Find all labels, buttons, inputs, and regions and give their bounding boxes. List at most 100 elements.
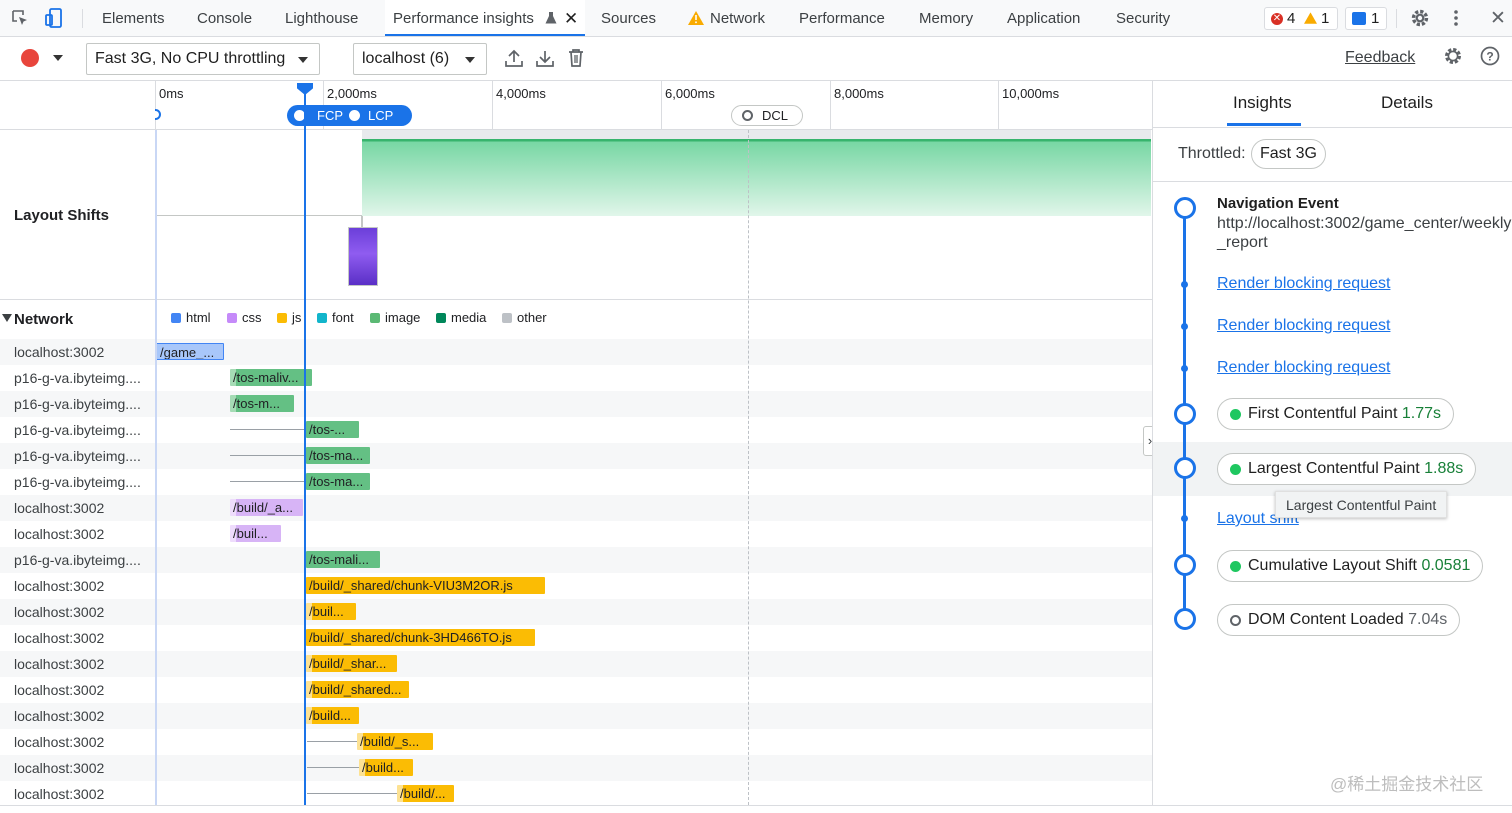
record-button[interactable] [21, 49, 39, 67]
tab-performance-insights[interactable]: Performance insights ✕ [385, 0, 585, 36]
dcl-marker-label: DCL [762, 108, 789, 123]
request-bar[interactable]: /build/_shared/chunk-3HD466TO.js [306, 629, 535, 646]
layout-shift-cluster[interactable] [362, 130, 1151, 216]
tick-label: 6,000ms [665, 86, 715, 101]
message-icon [1352, 12, 1366, 25]
good-status-dot [1230, 464, 1241, 475]
settings-gear-icon[interactable] [1410, 8, 1430, 28]
recording-select[interactable]: localhost (6) [353, 43, 487, 75]
time-cursor-line[interactable] [304, 91, 306, 805]
navigation-start-marker [154, 109, 161, 120]
request-bar[interactable]: /buil... [230, 525, 281, 542]
legend-html-swatch [171, 313, 181, 323]
messages-counter[interactable]: 1 [1345, 7, 1387, 30]
request-host: localhost:3002 [14, 708, 105, 724]
render-blocking-link[interactable]: Render blocking request [1217, 317, 1390, 335]
tab-lighthouse[interactable]: Lighthouse [285, 0, 358, 36]
legend-html-label: html [186, 310, 211, 325]
tab-memory[interactable]: Memory [919, 0, 973, 36]
request-bar[interactable]: /tos-mali... [306, 551, 380, 568]
fcp-label: First Contentful Paint [1248, 405, 1398, 422]
dcl-line [748, 130, 749, 805]
recording-select-value: localhost (6) [362, 50, 450, 67]
request-bar[interactable]: /tos-m... [230, 395, 294, 412]
render-blocking-link[interactable]: Render blocking request [1217, 275, 1390, 293]
download-icon[interactable] [535, 48, 555, 68]
request-bar[interactable]: /game_... [156, 343, 224, 360]
tab-application[interactable]: Application [1007, 0, 1080, 36]
request-bar[interactable]: /buil... [306, 603, 356, 620]
render-blocking-link[interactable]: Render blocking request [1217, 359, 1390, 377]
request-bar[interactable]: /build/_shared... [306, 681, 409, 698]
more-options-icon[interactable] [1450, 9, 1462, 27]
tab-details[interactable]: Details [1381, 93, 1433, 113]
error-count: 4 [1287, 10, 1296, 27]
layout-shift-dot [1181, 515, 1188, 522]
throttled-label: Throttled: [1178, 145, 1246, 162]
dcl-marker[interactable]: DCL [731, 105, 803, 126]
tab-insights[interactable]: Insights [1233, 93, 1292, 113]
request-bar[interactable]: /tos-ma... [306, 473, 370, 490]
request-host: p16-g-va.ibyteimg.... [14, 474, 141, 490]
tab-performance[interactable]: Performance [799, 0, 885, 36]
tab-sources[interactable]: Sources [601, 0, 656, 36]
lcp-insight-pill[interactable]: Largest Contentful Paint 1.88s [1217, 453, 1477, 485]
request-bar[interactable]: /build/_s... [357, 733, 433, 750]
tab-network[interactable]: Network [710, 0, 765, 36]
request-bar[interactable]: /build/_shared/chunk-VIU3M2OR.js [306, 577, 545, 594]
lcp-value: 1.88s [1424, 460, 1464, 477]
tab-security[interactable]: Security [1116, 0, 1170, 36]
tick-label: 10,000ms [1002, 86, 1060, 101]
request-bar[interactable]: /build... [359, 759, 413, 776]
legend-font: font [317, 310, 354, 325]
dcl-node [1174, 608, 1196, 630]
network-track-title[interactable]: Network [14, 311, 73, 328]
throttle-select[interactable]: Fast 3G, No CPU throttling [86, 43, 320, 75]
help-icon[interactable]: ? [1480, 46, 1500, 66]
legend-image: image [370, 310, 420, 325]
legend-other: other [502, 310, 547, 325]
lcp-tooltip: Largest Contentful Paint [1275, 491, 1448, 518]
request-bar[interactable]: /build... [306, 707, 359, 724]
upload-icon[interactable] [504, 48, 524, 68]
delete-icon[interactable] [567, 48, 585, 68]
request-bar[interactable]: /build/... [397, 785, 454, 802]
request-host: localhost:3002 [14, 682, 105, 698]
cls-insight-pill[interactable]: Cumulative Layout Shift 0.0581 [1217, 550, 1484, 582]
navigation-node [1174, 197, 1196, 219]
close-devtools-icon[interactable]: ✕ [1490, 7, 1506, 30]
request-bar[interactable]: /tos-maliv... [230, 369, 312, 386]
fcp-insight-pill[interactable]: First Contentful Paint 1.77s [1217, 398, 1454, 430]
layout-shift-screenshot[interactable] [348, 227, 378, 286]
performance-insights-toolbar: Fast 3G, No CPU throttling localhost (6)… [0, 37, 1512, 81]
throttled-value-badge: Fast 3G [1251, 139, 1326, 169]
expand-sidebar-toggle[interactable]: › [1143, 426, 1152, 456]
record-dropdown-icon[interactable] [53, 55, 63, 61]
feedback-link[interactable]: Feedback [1345, 49, 1415, 67]
legend-css-swatch [227, 313, 237, 323]
close-tab-icon[interactable]: ✕ [564, 0, 578, 37]
message-count: 1 [1371, 10, 1380, 27]
request-bar[interactable]: /tos-... [306, 421, 359, 438]
svg-text:?: ? [1486, 50, 1493, 64]
capture-settings-gear-icon[interactable] [1443, 46, 1463, 66]
network-collapse-icon[interactable] [2, 314, 12, 322]
cls-value: 0.0581 [1421, 557, 1471, 574]
device-toolbar-icon[interactable] [44, 7, 64, 29]
request-bar[interactable]: /tos-ma... [306, 447, 370, 464]
tab-elements[interactable]: Elements [102, 0, 165, 36]
legend-other-swatch [502, 313, 512, 323]
legend-media-label: media [451, 310, 487, 325]
request-bar[interactable]: /build/_a... [230, 499, 303, 516]
legend-js: js [277, 310, 301, 325]
inspect-element-icon[interactable] [11, 9, 29, 27]
legend-image-swatch [370, 313, 380, 323]
issues-counter[interactable]: ✕ 4 1 [1264, 7, 1338, 30]
request-bar[interactable]: /build/_shar... [306, 655, 397, 672]
tab-console[interactable]: Console [197, 0, 252, 36]
dcl-insight-pill[interactable]: DOM Content Loaded 7.04s [1217, 604, 1461, 636]
request-host: localhost:3002 [14, 578, 105, 594]
request-host: localhost:3002 [14, 344, 105, 360]
good-status-dot [1230, 561, 1241, 572]
lcp-node [1174, 457, 1196, 479]
